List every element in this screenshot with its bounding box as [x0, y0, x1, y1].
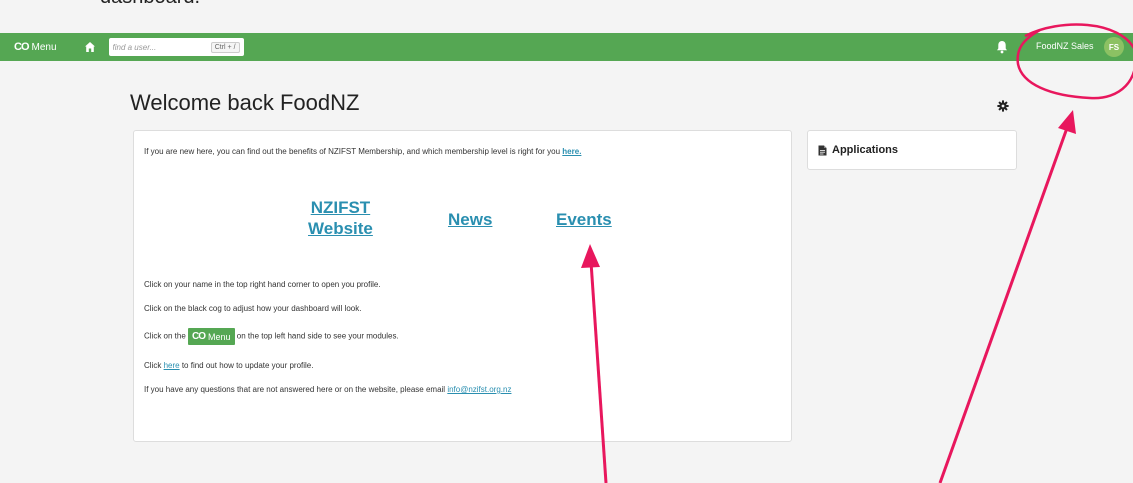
intro-sentence: If you are new here, you can find out th…: [144, 147, 561, 156]
instruction-menu-pre: Click on the: [144, 331, 186, 341]
document-caption-text: dashboard.: [100, 0, 200, 9]
nzifst-website-link[interactable]: NZIFST Website: [308, 197, 373, 239]
avatar[interactable]: FS: [1104, 37, 1124, 57]
gear-icon[interactable]: [997, 99, 1009, 112]
inline-co-logo: CO: [192, 331, 206, 342]
co-logo: CO: [14, 41, 29, 53]
update-profile-here-link[interactable]: here: [164, 361, 180, 370]
user-name-link[interactable]: FoodNZ Sales: [1036, 41, 1094, 51]
inline-menu-button: CO Menu: [188, 328, 235, 345]
welcome-card: If you are new here, you can find out th…: [133, 130, 792, 442]
document-icon: [818, 145, 827, 155]
instruction-contact-pre: If you have any questions that are not a…: [144, 385, 446, 394]
applications-card[interactable]: Applications: [807, 130, 1017, 170]
instruction-update-post: to find out how to update your profile.: [181, 361, 314, 370]
contact-email-link[interactable]: info@nzifst.org.nz: [447, 385, 511, 394]
website-link-line1: NZIFST: [310, 198, 371, 217]
menu-button[interactable]: CO Menu: [14, 41, 57, 53]
menu-label: Menu: [31, 41, 57, 53]
instruction-menu: Click on the CO Menu on the top left han…: [144, 328, 399, 345]
page: { "above_text": "dashboard.", "topbar": …: [0, 0, 1133, 483]
instruction-menu-post: on the top left hand side to see your mo…: [236, 331, 399, 341]
instruction-update-pre: Click: [144, 361, 162, 370]
page-title: Welcome back FoodNZ: [130, 90, 360, 115]
top-navigation-bar: CO Menu Ctrl + / FoodNZ Sales FS: [0, 33, 1133, 61]
events-link[interactable]: Events: [556, 209, 612, 230]
search-shortcut-hint: Ctrl + /: [210, 41, 240, 53]
applications-title: Applications: [832, 144, 899, 156]
search-input[interactable]: [112, 42, 193, 52]
user-search-box[interactable]: Ctrl + /: [108, 38, 244, 56]
instruction-profile: Click on your name in the top right hand…: [144, 280, 381, 289]
home-icon[interactable]: [83, 40, 97, 54]
membership-here-link[interactable]: here.: [562, 147, 581, 156]
instruction-cog: Click on the black cog to adjust how you…: [144, 304, 362, 313]
instruction-contact: If you have any questions that are not a…: [144, 385, 511, 394]
inline-menu-label: Menu: [208, 331, 231, 342]
instruction-update-profile: Click here to find out how to update you…: [144, 361, 313, 370]
bell-icon[interactable]: [996, 40, 1008, 54]
news-link[interactable]: News: [448, 209, 492, 230]
website-link-line2: Website: [308, 219, 373, 238]
intro-text: If you are new here, you can find out th…: [144, 147, 581, 156]
